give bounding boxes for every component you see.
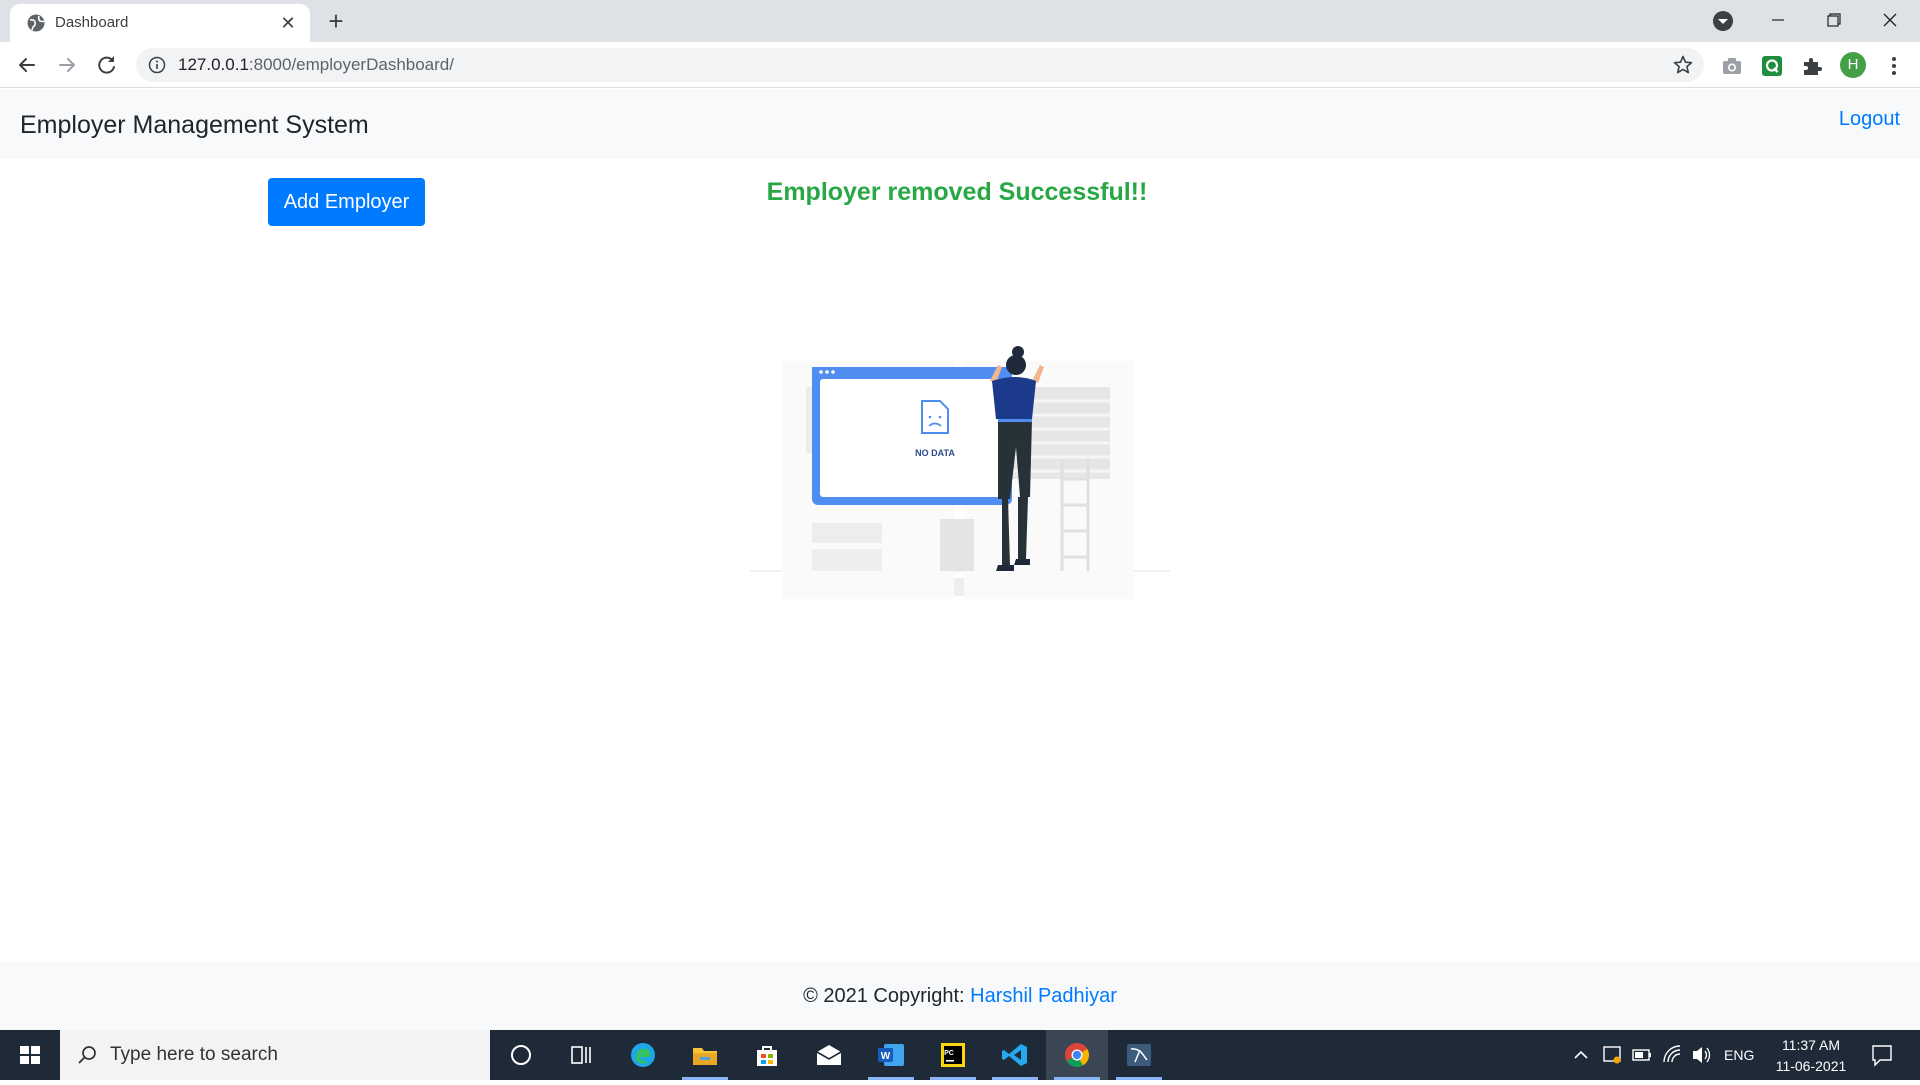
edge-browser-icon[interactable] xyxy=(612,1030,674,1080)
page-content: Employer Management System Logout Add Em… xyxy=(0,89,1920,1030)
address-bar[interactable]: 127.0.0.1:8000/employerDashboard/ xyxy=(136,48,1704,82)
author-link[interactable]: Harshil Padhiyar xyxy=(970,985,1117,1007)
file-explorer-icon[interactable] xyxy=(674,1030,736,1080)
browser-tabstrip: Dashboard ✕ + xyxy=(0,0,1920,42)
windows-start-icon[interactable] xyxy=(0,1030,60,1080)
search-icon xyxy=(78,1046,96,1064)
show-hidden-icons-chevron-icon[interactable] xyxy=(1570,1030,1592,1080)
bookmark-star-icon[interactable] xyxy=(1672,54,1694,76)
chrome-icon[interactable] xyxy=(1046,1030,1108,1080)
pycharm-icon[interactable]: PC xyxy=(922,1030,984,1080)
more-menu-icon[interactable] xyxy=(1882,54,1906,78)
volume-icon[interactable] xyxy=(1690,1030,1714,1080)
clock-date[interactable]: 11-06-2021 xyxy=(1766,1056,1856,1076)
vscode-icon[interactable] xyxy=(984,1030,1046,1080)
browser-tab[interactable]: Dashboard ✕ xyxy=(10,4,310,42)
flash-message: Employer removed Successful!! xyxy=(766,178,1148,206)
microsoft-store-icon[interactable] xyxy=(736,1030,798,1080)
add-employer-button[interactable]: Add Employer xyxy=(268,178,425,226)
svg-text:PC: PC xyxy=(944,1050,954,1057)
taskbar-search-box[interactable]: Type here to search xyxy=(60,1030,490,1080)
no-data-text: NO DATA xyxy=(915,448,955,458)
clock-time[interactable]: 11:37 AM xyxy=(1766,1035,1856,1055)
task-view-icon[interactable] xyxy=(550,1030,612,1080)
browser-toolbar: 127.0.0.1:8000/employerDashboard/ H xyxy=(0,42,1920,88)
notification-center-icon[interactable] xyxy=(1868,1030,1896,1080)
word-icon[interactable]: W xyxy=(860,1030,922,1080)
language-indicator[interactable]: ENG xyxy=(1724,1045,1754,1065)
q-extension-icon[interactable] xyxy=(1760,54,1784,78)
navbar: Employer Management System Logout xyxy=(0,89,1920,159)
close-tab-icon[interactable]: ✕ xyxy=(276,11,300,35)
camera-icon[interactable] xyxy=(1720,54,1744,78)
security-tray-icon[interactable] xyxy=(1600,1030,1624,1080)
restore-icon[interactable] xyxy=(1806,4,1862,36)
search-placeholder: Type here to search xyxy=(110,1044,278,1065)
brand-title[interactable]: Employer Management System xyxy=(20,109,369,141)
footer-copyright: © 2021 Copyright: Harshil Padhiyar xyxy=(803,985,1117,1007)
no-data-illustration: NO DATA xyxy=(750,346,1170,599)
profile-avatar[interactable]: H xyxy=(1840,52,1866,78)
tab-search-icon[interactable] xyxy=(1710,8,1736,34)
windows-taskbar: Type here to search W PC ENG 11:37 AM 11… xyxy=(0,1030,1920,1080)
globe-icon xyxy=(27,14,45,32)
wifi-icon[interactable] xyxy=(1660,1030,1684,1080)
logout-link[interactable]: Logout xyxy=(1839,107,1900,131)
minimize-icon[interactable] xyxy=(1750,4,1806,36)
footer: © 2021 Copyright: Harshil Padhiyar xyxy=(0,962,1920,1030)
tab-title: Dashboard xyxy=(55,14,129,31)
database-app-icon[interactable] xyxy=(1108,1030,1170,1080)
mail-icon[interactable] xyxy=(798,1030,860,1080)
back-arrow-icon[interactable] xyxy=(12,50,42,80)
site-info-icon[interactable] xyxy=(148,56,166,74)
url-text[interactable]: 127.0.0.1:8000/employerDashboard/ xyxy=(178,55,454,75)
new-tab-icon[interactable]: + xyxy=(322,8,350,36)
forward-arrow-icon[interactable] xyxy=(52,50,82,80)
cortana-icon[interactable] xyxy=(490,1030,552,1080)
svg-text:W: W xyxy=(881,1051,891,1062)
extensions-puzzle-icon[interactable] xyxy=(1800,54,1824,78)
window-close-icon[interactable] xyxy=(1862,4,1918,36)
reload-icon[interactable] xyxy=(92,50,122,80)
battery-icon[interactable] xyxy=(1630,1030,1654,1080)
